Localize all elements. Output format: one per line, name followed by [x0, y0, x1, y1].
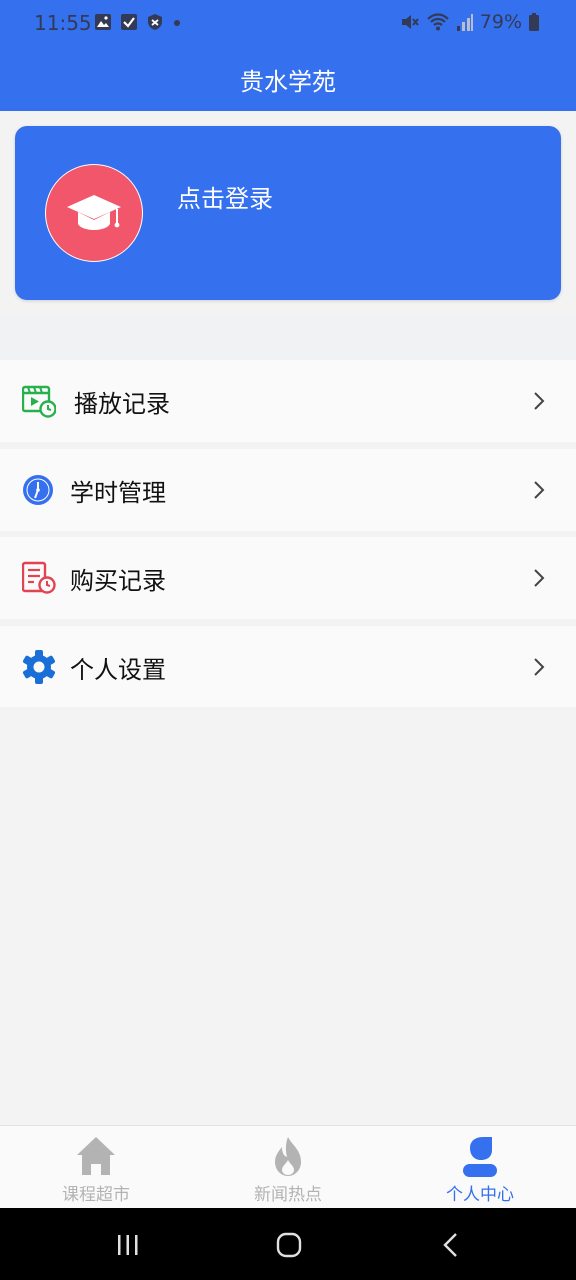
- gear-icon: [23, 650, 55, 684]
- profile-card[interactable]: 点击登录: [15, 126, 561, 300]
- app-header: 贵水学苑: [0, 48, 576, 111]
- tab-label: 新闻热点: [254, 1185, 322, 1205]
- tab-course-market[interactable]: 课程超市: [0, 1126, 192, 1209]
- status-time: 11:55: [34, 11, 92, 35]
- menu-item-label: 个人设置: [70, 655, 166, 684]
- bottom-tab-bar: 课程超市 新闻热点 个人中心: [0, 1125, 576, 1209]
- menu-item-study-hours[interactable]: 学时管理: [0, 449, 576, 531]
- home-icon: [77, 1137, 115, 1175]
- recent-apps-icon[interactable]: [116, 1233, 140, 1257]
- person-icon: [463, 1137, 497, 1177]
- status-bar: 11:55 79%: [0, 0, 576, 48]
- chevron-right-icon: [534, 569, 545, 587]
- tab-label: 课程超市: [62, 1185, 130, 1205]
- menu-item-personal-settings[interactable]: 个人设置: [0, 626, 576, 708]
- avatar[interactable]: [45, 164, 143, 262]
- flame-icon: [275, 1137, 301, 1176]
- system-nav-bar: [0, 1208, 576, 1280]
- wifi-icon: [426, 13, 449, 31]
- tab-news[interactable]: 新闻热点: [192, 1126, 384, 1209]
- chevron-right-icon: [534, 392, 545, 410]
- mute-icon: [401, 15, 419, 29]
- battery-icon: [529, 13, 539, 31]
- back-button-icon[interactable]: [442, 1232, 460, 1258]
- login-link[interactable]: 点击登录: [177, 179, 273, 214]
- tab-personal-center[interactable]: 个人中心: [384, 1126, 576, 1209]
- graduation-cap-icon: [67, 195, 121, 230]
- play-history-icon: [22, 385, 56, 418]
- menu-item-play-history[interactable]: 播放记录: [0, 360, 576, 442]
- tab-label: 个人中心: [446, 1185, 514, 1205]
- menu-item-label: 学时管理: [70, 478, 166, 507]
- purchase-record-icon: [22, 561, 56, 594]
- menu-item-purchase-records[interactable]: 购买记录: [0, 537, 576, 619]
- system-icons: 79%: [400, 11, 540, 33]
- image-notification-icon: [95, 14, 111, 30]
- shield-notification-icon: [148, 14, 162, 30]
- home-button-icon[interactable]: [276, 1232, 302, 1258]
- menu-item-label: 购买记录: [70, 566, 166, 595]
- check-notification-icon: [121, 14, 137, 30]
- notification-icons: [94, 13, 182, 31]
- section-divider: [0, 315, 576, 359]
- signal-icon: [456, 14, 473, 31]
- menu-item-label: 播放记录: [74, 389, 170, 418]
- battery-percent: 79%: [479, 11, 522, 33]
- clock-icon: [23, 475, 53, 505]
- chevron-right-icon: [534, 658, 545, 676]
- content-area: [0, 707, 576, 1125]
- page-title: 贵水学苑: [240, 68, 336, 96]
- chevron-right-icon: [534, 481, 545, 499]
- dot-icon: [174, 20, 180, 26]
